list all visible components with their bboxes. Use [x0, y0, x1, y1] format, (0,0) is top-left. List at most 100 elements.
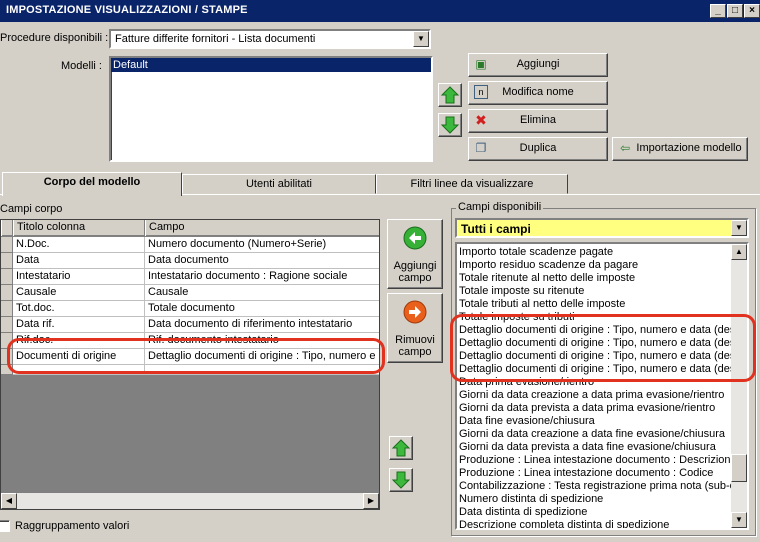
row-indicator[interactable]	[1, 301, 13, 317]
table-row[interactable]: N.Doc. Numero documento (Numero+Serie)	[1, 237, 379, 253]
list-item[interactable]: Giorni da data prevista a data fine evas…	[459, 441, 731, 454]
list-item[interactable]: Dettaglio documenti di origine : Tipo, n…	[459, 324, 731, 337]
arrow-right-circle-icon	[403, 300, 427, 324]
cell-campo[interactable]: Dettaglio documenti di origine : Tipo, n…	[145, 349, 379, 365]
campi-filter-select[interactable]: Tutti i campi ▼	[455, 218, 749, 238]
row-indicator[interactable]	[1, 349, 13, 365]
list-item[interactable]: Totale tributi al netto delle imposte	[459, 298, 731, 311]
cell-titolo[interactable]: Tot.doc.	[13, 301, 145, 317]
cell-titolo[interactable]: Causale	[13, 285, 145, 301]
table-row[interactable]: Causale Causale	[1, 285, 379, 301]
list-item[interactable]: Dettaglio documenti di origine : Tipo, n…	[459, 363, 731, 376]
grid-move-down-button[interactable]	[389, 468, 413, 492]
list-item[interactable]: Data distinta di spedizione	[459, 506, 731, 519]
tab-utenti-abilitati[interactable]: Utenti abilitati	[182, 174, 376, 194]
column-header-campo[interactable]: Campo	[145, 220, 379, 236]
raggruppamento-label: Raggruppamento valori	[15, 520, 130, 532]
maximize-icon[interactable]: □	[727, 4, 743, 18]
aggiungi-campo-button[interactable]: Aggiungi campo	[387, 219, 443, 289]
table-row[interactable]: Data Data documento	[1, 253, 379, 269]
row-indicator[interactable]	[1, 333, 13, 349]
cell-campo[interactable]: Rif. documento intestatario	[145, 333, 379, 349]
list-item[interactable]: Numero distinta di spedizione	[459, 493, 731, 506]
list-item[interactable]: Importo residuo scadenze da pagare	[459, 259, 731, 272]
table-row[interactable]: Data rif. Data documento di riferimento i…	[1, 317, 379, 333]
scroll-down-icon[interactable]: ▼	[731, 512, 747, 528]
cell-campo[interactable]: Data documento di riferimento intestatar…	[145, 317, 379, 333]
list-item[interactable]: Contabilizzazione : Testa registrazione …	[459, 480, 731, 493]
cell-campo[interactable]: Causale	[145, 285, 379, 301]
row-indicator[interactable]	[1, 253, 13, 269]
cell-titolo[interactable]: N.Doc.	[13, 237, 145, 253]
table-row[interactable]: Rif.doc. Rif. documento intestatario	[1, 333, 379, 349]
list-item[interactable]: Totale ritenute al netto delle imposte	[459, 272, 731, 285]
duplica-button[interactable]: ❐ Duplica	[468, 137, 608, 161]
list-item[interactable]: Giorni da data creazione a data prima ev…	[459, 389, 731, 402]
list-item[interactable]: Data fine evasione/chiusura	[459, 415, 731, 428]
list-item[interactable]: Giorni da data creazione a data fine eva…	[459, 428, 731, 441]
cell-campo[interactable]: Numero documento (Numero+Serie)	[145, 237, 379, 253]
scroll-right-icon[interactable]: ▶	[363, 493, 379, 509]
row-indicator[interactable]	[1, 269, 13, 285]
grid-horizontal-scrollbar[interactable]: ◀ ▶	[1, 493, 379, 509]
table-row[interactable]: Intestatario Intestatario documento : Rag…	[1, 269, 379, 285]
modifica-nome-button[interactable]: n Modifica nome	[468, 81, 608, 105]
cell-campo[interactable]: Intestatario documento : Ragione sociale	[145, 269, 379, 285]
scroll-thumb[interactable]	[731, 454, 747, 482]
cell-titolo[interactable]: Data rif.	[13, 317, 145, 333]
row-indicator[interactable]	[1, 237, 13, 253]
modelli-list[interactable]: Default	[109, 56, 433, 162]
procedure-select[interactable]: Fatture differite fornitori - Lista docu…	[109, 29, 431, 49]
aggiungi-button[interactable]: ▣ Aggiungi	[468, 53, 608, 77]
row-indicator[interactable]	[1, 365, 13, 375]
row-indicator[interactable]	[1, 317, 13, 333]
list-item[interactable]: Giorni da data prevista a data prima eva…	[459, 402, 731, 415]
chevron-down-icon[interactable]: ▼	[413, 31, 429, 47]
table-row-new[interactable]	[1, 365, 379, 375]
tab-filtri-linee[interactable]: Filtri linee da visualizzare	[376, 174, 568, 194]
list-item[interactable]: Totale imposte su ritenute	[459, 285, 731, 298]
row-indicator[interactable]	[1, 285, 13, 301]
modelli-item-default[interactable]: Default	[111, 58, 431, 72]
close-icon[interactable]: ×	[744, 4, 760, 18]
cell-titolo[interactable]: Data	[13, 253, 145, 269]
grid-corner	[1, 220, 13, 236]
scroll-up-icon[interactable]: ▲	[731, 244, 747, 260]
cell-campo[interactable]	[145, 365, 379, 375]
cell-titolo[interactable]: Intestatario	[13, 269, 145, 285]
minimize-icon[interactable]: _	[710, 4, 726, 18]
list-item[interactable]: Importo totale scadenze pagate	[459, 246, 731, 259]
cell-titolo[interactable]: Documenti di origine	[13, 349, 145, 365]
move-up-button[interactable]	[438, 83, 462, 107]
rimuovi-campo-button[interactable]: Rimuovi campo	[387, 293, 443, 363]
list-item[interactable]: Data prima evasione/rientro	[459, 376, 731, 389]
importazione-modello-button[interactable]: ⇦ Importazione modello	[612, 137, 748, 161]
list-item[interactable]: Produzione : Linea intestazione document…	[459, 467, 731, 480]
campi-disponibili-list[interactable]: Importo totale scadenze pagate Importo re…	[455, 242, 749, 530]
list-item[interactable]: Totale imposte su tributi	[459, 311, 731, 324]
scroll-left-icon[interactable]: ◀	[1, 493, 17, 509]
arrow-up-icon	[391, 439, 411, 457]
campi-corpo-grid[interactable]: Titolo colonna Campo N.Doc. Numero docume…	[0, 219, 380, 510]
cell-campo[interactable]: Totale documento	[145, 301, 379, 317]
raggruppamento-checkbox[interactable]	[0, 520, 10, 532]
grid-move-up-button[interactable]	[389, 436, 413, 460]
list-item[interactable]: Dettaglio documenti di origine : Tipo, n…	[459, 350, 731, 363]
import-icon: ⇦	[619, 141, 631, 155]
move-down-button[interactable]	[438, 113, 462, 137]
cell-titolo[interactable]: Rif.doc.	[13, 333, 145, 349]
table-row[interactable]: Tot.doc. Totale documento	[1, 301, 379, 317]
cell-titolo[interactable]	[13, 365, 145, 375]
campi-vertical-scrollbar[interactable]: ▲ ▼	[731, 244, 747, 528]
list-item[interactable]: Dettaglio documenti di origine : Tipo, n…	[459, 337, 731, 350]
table-row[interactable]: Documenti di origine Dettaglio documenti …	[1, 349, 379, 365]
cell-campo[interactable]: Data documento	[145, 253, 379, 269]
elimina-button[interactable]: ✖ Elimina	[468, 109, 608, 133]
list-item[interactable]: Produzione : Linea intestazione document…	[459, 454, 731, 467]
tab-corpo-del-modello[interactable]: Corpo del modello	[2, 172, 182, 196]
arrow-up-icon	[440, 86, 460, 104]
window-titlebar: IMPOSTAZIONE VISUALIZZAZIONI / STAMPE _ …	[0, 0, 760, 22]
list-item[interactable]: Descrizione completa distinta di spedizi…	[459, 519, 731, 528]
chevron-down-icon[interactable]: ▼	[731, 220, 747, 236]
column-header-titolo[interactable]: Titolo colonna	[13, 220, 145, 236]
